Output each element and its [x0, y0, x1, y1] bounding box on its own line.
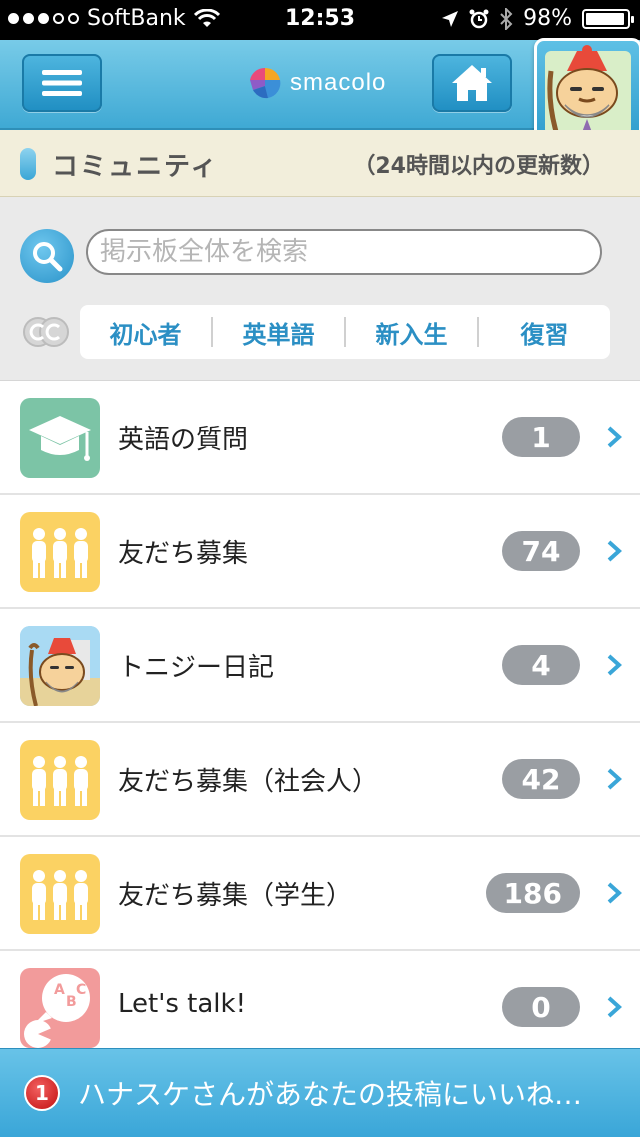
search-area: 初心者 英単語 新入生 復習 — [0, 197, 640, 381]
community-header: コミュニティ （24時間以内の更新数） — [0, 130, 640, 197]
update-count-note: （24時間以内の更新数） — [353, 154, 604, 179]
tonijii-avatar-icon — [545, 45, 631, 136]
row-label: 友だち募集（学生） — [118, 881, 353, 911]
tag-vocabulary[interactable]: 英単語 — [213, 315, 344, 350]
chevron-right-icon — [607, 426, 622, 448]
app-logo: smacolo — [248, 66, 386, 100]
update-count-badge: 1 — [502, 417, 580, 457]
cc-logo-icon — [23, 317, 69, 347]
list-item[interactable]: トニジー日記 4 — [0, 609, 640, 723]
people-icon — [20, 854, 100, 934]
update-count-badge: 186 — [485, 873, 580, 913]
menu-button[interactable] — [22, 54, 102, 112]
chevron-right-icon — [607, 768, 622, 790]
tonijii-icon — [20, 626, 100, 706]
section-title: コミュニティ — [52, 152, 219, 182]
alarm-icon — [469, 9, 489, 28]
home-icon — [452, 65, 492, 101]
row-label: 英語の質問 — [118, 425, 249, 455]
location-arrow-icon — [442, 10, 459, 27]
abc-speech-icon: A B C — [20, 968, 100, 1048]
home-button[interactable] — [432, 54, 512, 112]
tag-bar: 初心者 英単語 新入生 復習 — [80, 305, 610, 359]
svg-text:A: A — [54, 982, 65, 998]
svg-text:C: C — [76, 982, 86, 998]
status-bar: SoftBank 12:53 98% — [0, 0, 640, 40]
battery-percent: 98% — [523, 6, 572, 31]
list-item[interactable]: 英語の質問 1 — [0, 381, 640, 495]
hamburger-icon — [42, 70, 82, 96]
search-icon — [33, 242, 63, 272]
update-count-badge: 74 — [502, 531, 580, 571]
row-label: Let's talk! — [118, 989, 247, 1019]
logo-text: smacolo — [290, 69, 387, 96]
chevron-right-icon — [607, 654, 622, 676]
people-icon — [20, 740, 100, 820]
bluetooth-icon — [500, 7, 513, 30]
people-icon — [20, 512, 100, 592]
row-label: トニジー日記 — [118, 653, 275, 683]
notification-text: ハナスケさんがあなたの投稿にいいね… — [78, 1078, 583, 1111]
notification-count-badge: 1 — [24, 1075, 60, 1111]
tag-new-student[interactable]: 新入生 — [346, 315, 477, 350]
section-marker-icon — [20, 148, 36, 180]
search-input[interactable] — [86, 229, 602, 275]
battery-icon — [582, 8, 634, 29]
search-button[interactable] — [20, 229, 74, 283]
row-label: 友だち募集 — [118, 539, 249, 569]
chevron-right-icon — [607, 996, 622, 1018]
list-item[interactable]: 友だち募集（学生） 186 — [0, 837, 640, 951]
update-count-badge: 42 — [502, 759, 580, 799]
update-count-badge: 4 — [502, 645, 580, 685]
chevron-right-icon — [607, 540, 622, 562]
chevron-right-icon — [607, 882, 622, 904]
update-count-badge: 0 — [502, 987, 580, 1027]
list-item[interactable]: 友だち募集 74 — [0, 495, 640, 609]
list-item[interactable]: 友だち募集（社会人） 42 — [0, 723, 640, 837]
tag-review[interactable]: 復習 — [479, 315, 610, 350]
row-label: 友だち募集（社会人） — [118, 767, 379, 797]
logo-mark-icon — [250, 67, 281, 99]
graduation-cap-icon — [20, 398, 100, 478]
community-list: 英語の質問 1 友だち募集 74 トニジー日記 4 友だち募集（社会人） 42 … — [0, 381, 640, 1065]
notification-bar[interactable]: 1 ハナスケさんがあなたの投稿にいいね… — [0, 1048, 640, 1137]
tag-beginner[interactable]: 初心者 — [80, 315, 211, 350]
